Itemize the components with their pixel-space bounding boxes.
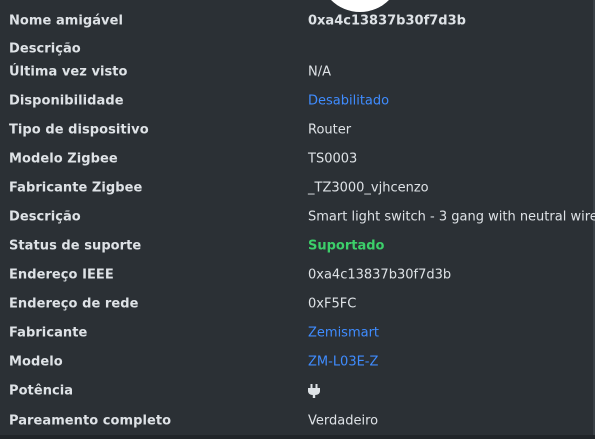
row-model: Modelo ZM-L03E-Z (0, 347, 593, 376)
device-type-label: Tipo de dispositivo (9, 122, 149, 137)
interview-completed-label: Pareamento completo (9, 413, 172, 428)
device-type-value: Router (308, 122, 352, 137)
last-seen-value: N/A (308, 64, 331, 79)
zigbee-manufacturer-value: _TZ3000_vjhcenzo (308, 180, 429, 195)
ieee-address-value: 0xa4c13837b30f7d3b (308, 267, 452, 282)
model-label: Modelo (9, 354, 63, 369)
model-link[interactable]: ZM-L03E-Z (308, 354, 378, 369)
row-manufacturer: Fabricante Zemismart (0, 318, 593, 347)
row-support-status: Status de suporte Suportado (0, 231, 593, 260)
row-power: Potência (0, 376, 593, 405)
row-ieee-address: Endereço IEEE 0xa4c13837b30f7d3b (0, 260, 593, 289)
manufacturer-label: Fabricante (9, 325, 88, 340)
power-label: Potência (9, 383, 74, 398)
support-status-label: Status de suporte (9, 238, 142, 253)
row-last-seen: Última vez visto N/A (0, 57, 593, 86)
description-label: Descrição (9, 209, 81, 224)
panel-bottom-border (0, 435, 595, 439)
ieee-address-label: Endereço IEEE (9, 267, 114, 282)
zigbee-manufacturer-label: Fabricante Zigbee (9, 180, 143, 195)
last-seen-label: Última vez visto (9, 64, 128, 79)
row-network-address: Endereço de rede 0xF5FC (0, 289, 593, 318)
row-zigbee-manufacturer: Fabricante Zigbee _TZ3000_vjhcenzo (0, 173, 593, 202)
row-friendly-name: Nome amigável 0xa4c13837b30f7d3b (0, 6, 593, 35)
network-address-label: Endereço de rede (9, 296, 139, 311)
row-interview-completed: Pareamento completo Verdadeiro (0, 406, 593, 435)
zigbee-model-value: TS0003 (308, 151, 358, 166)
availability-label: Disponibilidade (9, 93, 124, 108)
description-value: Smart light switch - 3 gang with neutral… (308, 209, 595, 224)
network-address-value: 0xF5FC (308, 296, 357, 311)
row-description: Descrição Smart light switch - 3 gang wi… (0, 202, 595, 231)
manufacturer-link[interactable]: Zemismart (308, 325, 379, 340)
device-info-panel: Nome amigável 0xa4c13837b30f7d3b Descriç… (0, 0, 595, 439)
friendly-name-value: 0xa4c13837b30f7d3b (308, 13, 466, 28)
friendly-name-label: Nome amigável (9, 13, 123, 28)
plug-icon (308, 383, 320, 398)
row-device-type: Tipo de dispositivo Router (0, 115, 593, 144)
support-status-value: Suportado (308, 238, 385, 253)
interview-completed-value: Verdadeiro (308, 413, 379, 428)
zigbee-model-label: Modelo Zigbee (9, 151, 118, 166)
row-zigbee-model: Modelo Zigbee TS0003 (0, 144, 593, 173)
availability-link[interactable]: Desabilitado (308, 93, 389, 108)
description-empty-label: Descrição (9, 41, 81, 56)
row-availability: Disponibilidade Desabilitado (0, 86, 593, 115)
